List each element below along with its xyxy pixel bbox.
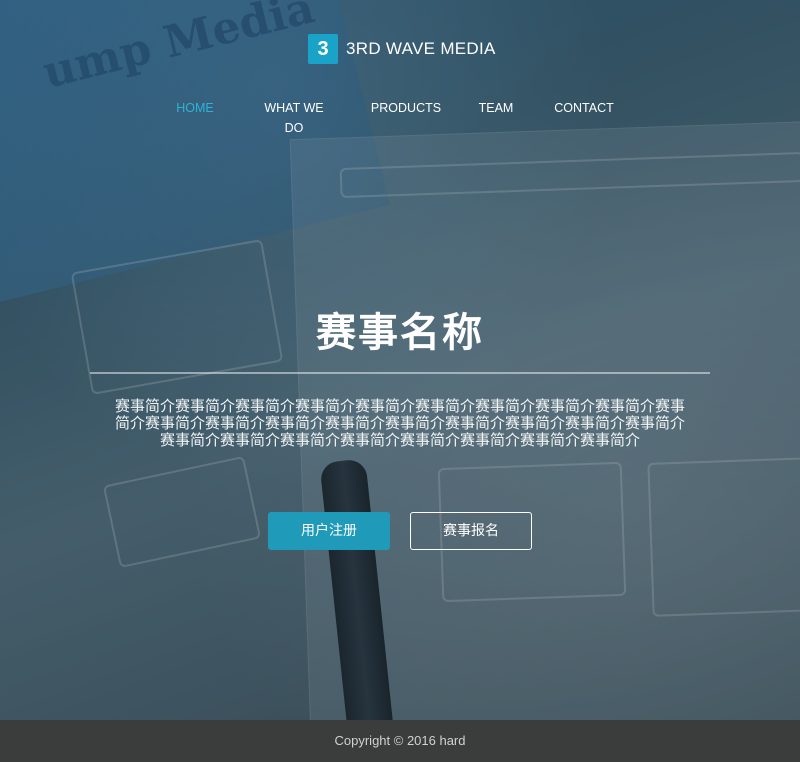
event-intro: 赛事简介赛事简介赛事简介赛事简介赛事简介赛事简介赛事简介赛事简介赛事简介赛事简介… — [114, 397, 685, 449]
hero-section: ump Media 3 3RD WAVE MEDIA HOME WHAT WE … — [0, 0, 800, 720]
brand[interactable]: 3 3RD WAVE MEDIA — [308, 34, 496, 64]
title-divider — [90, 372, 710, 374]
nav-item-team[interactable]: TEAM — [474, 98, 518, 118]
main-nav: HOME WHAT WE DO PRODUCTS TEAM CONTACT — [0, 98, 800, 138]
nav-item-contact[interactable]: CONTACT — [550, 98, 618, 118]
brand-name: 3RD WAVE MEDIA — [346, 39, 496, 58]
nav-item-what-we-do[interactable]: WHAT WE DO — [262, 98, 326, 138]
copyright-text: Copyright © 2016 hard — [334, 733, 466, 748]
register-button[interactable]: 用户注册 — [268, 512, 390, 550]
nav-item-products[interactable]: PRODUCTS — [368, 98, 444, 118]
page-title: 赛事名称 — [316, 310, 484, 356]
brand-logo-icon: 3 — [308, 34, 338, 64]
footer: Copyright © 2016 hard — [0, 720, 800, 762]
nav-item-home[interactable]: HOME — [170, 98, 220, 118]
event-signup-button[interactable]: 赛事报名 — [410, 512, 532, 550]
